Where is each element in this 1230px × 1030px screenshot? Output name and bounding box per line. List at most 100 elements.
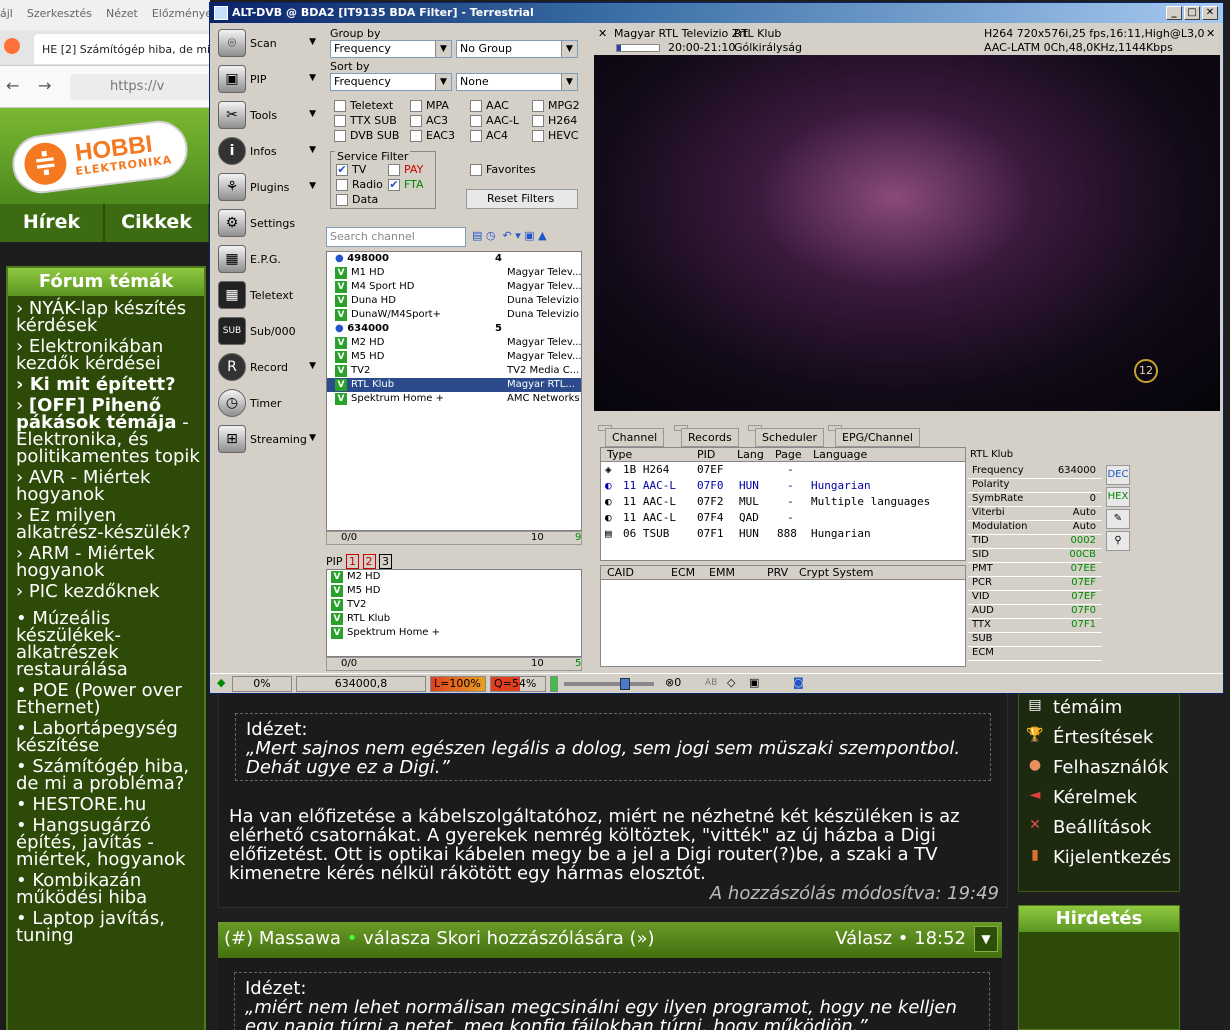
channel-row[interactable]: V M5 HD Magyar Telev... <box>327 350 581 364</box>
tool-teletext[interactable]: ▦ Teletext <box>218 279 322 311</box>
tool-record[interactable]: R Record ▼ <box>218 351 322 383</box>
tool-pip[interactable]: ▣ PIP ▼ <box>218 63 322 95</box>
filter-favorites[interactable]: Favorites <box>470 163 536 176</box>
filter-ttxsub[interactable]: TTX SUB <box>334 114 397 127</box>
filter-data[interactable]: Data <box>336 193 378 206</box>
reply-author[interactable]: (#) Massawa <box>224 928 341 949</box>
site-logo[interactable]: ≑ HOBBI ELEKTRONIKA <box>0 108 210 204</box>
back-icon[interactable]: ↶ <box>503 229 512 242</box>
filter-pay[interactable]: PAY <box>388 163 423 176</box>
pip-row[interactable]: V RTL Klub <box>327 612 581 626</box>
forum-topic[interactable]: • Laptop javítás, tuning <box>16 910 204 945</box>
tab-records[interactable]: ● Records <box>674 425 739 447</box>
stream-row[interactable]: ◐ 11 AAC-L 07F2 MUL - Multiple languages <box>601 494 965 510</box>
forum-topic[interactable]: • POE (Power over Ethernet) <box>16 682 204 717</box>
forum-topic[interactable]: › [OFF] Pihenő pákások témája - Elektron… <box>16 397 204 466</box>
tab-articles[interactable]: Cikkek <box>105 204 210 242</box>
tab-news[interactable]: Hírek <box>0 204 105 242</box>
channel-row[interactable]: V M1 HD Magyar Telev... <box>327 266 581 280</box>
group-by-select[interactable]: Frequency ▼ <box>330 40 452 58</box>
tab-channel[interactable]: ▦ Channel <box>598 425 665 447</box>
reply-time[interactable]: Válasz • 18:52 <box>835 922 966 956</box>
group-row[interactable]: ● 634000 5 <box>327 322 581 336</box>
pip-2-button[interactable]: 2 <box>362 554 376 569</box>
filter-radio[interactable]: Radio <box>336 178 383 191</box>
browser-tab[interactable]: HE [2] Számítógép hiba, de mi a p <box>34 34 210 64</box>
forum-topic[interactable]: • Hangsugárzó építés, javítás - miértek,… <box>16 817 204 869</box>
pip-row[interactable]: V Spektrum Home + <box>327 626 581 640</box>
history-icon[interactable]: ◷ <box>486 229 496 242</box>
forum-topic[interactable]: • Labortápegység készítése <box>16 720 204 755</box>
filter-aac[interactable]: AAC <box>470 99 509 112</box>
video-screen[interactable]: 12 <box>594 55 1220 411</box>
sort-by-select[interactable]: Frequency ▼ <box>330 73 452 91</box>
forum-topic[interactable]: › Elektronikában kezdők kérdései <box>16 338 204 373</box>
forum-topic[interactable]: › PIC kezdőknek <box>16 583 204 601</box>
chevron-down-icon[interactable]: ▼ <box>974 926 998 952</box>
forum-topic[interactable]: • Múzeális készülékek-alkatrészek restau… <box>16 610 204 679</box>
close-icon[interactable]: ✕ <box>1206 27 1215 40</box>
sort-icon[interactable]: ▣ <box>524 229 534 242</box>
menu-view[interactable]: Nézet <box>106 7 138 30</box>
channel-row[interactable]: V DunaW/M4Sport+ Duna Televizio <box>327 308 581 322</box>
tool-timer[interactable]: ◷ Timer <box>218 387 322 419</box>
filter-dvbsub[interactable]: DVB SUB <box>334 129 399 142</box>
back-icon[interactable]: ← <box>6 76 19 95</box>
menu-logout[interactable]: ▮ Kijelentkezés <box>1019 843 1179 873</box>
forum-topic[interactable]: › NYÁK-lap készítés kérdések <box>16 300 204 335</box>
channel-row[interactable]: V Duna HD Duna Televizio <box>327 294 581 308</box>
volume-slider[interactable] <box>564 678 654 690</box>
forum-topic[interactable]: • HESTORE.hu <box>16 796 204 814</box>
reply-text[interactable]: válasza Skori hozzászólására (») <box>363 928 654 949</box>
tool-settings[interactable]: ⚙ Settings <box>218 207 322 239</box>
forum-topic[interactable]: › Ki mit épített? <box>16 376 204 394</box>
stream-row[interactable]: ▤ 06 TSUB 07F1 HUN 888 Hungarian <box>601 526 965 542</box>
dec-button[interactable]: DEC <box>1106 465 1130 485</box>
group-row[interactable]: ● 498000 4 <box>327 252 581 266</box>
filter-h264[interactable]: H264 <box>532 114 577 127</box>
reset-filters-button[interactable]: Reset Filters <box>466 189 578 209</box>
channel-row-selected[interactable]: V RTL Klub Magyar RTL... <box>327 378 581 392</box>
mute-icon[interactable]: ⊗0 <box>662 676 684 692</box>
sort2-select[interactable]: None ▼ <box>456 73 578 91</box>
menu-settings[interactable]: ✕ Beállítások <box>1019 813 1179 843</box>
menu-my-topics[interactable]: ▤ témáim <box>1019 693 1179 723</box>
stream-row[interactable]: ◐ 11 AAC-L 07F0 HUN - Hungarian <box>601 478 965 494</box>
menu-notifications[interactable]: 🏆 Értesítések <box>1019 723 1179 753</box>
tool-streaming[interactable]: ⊞ Streaming ▼ <box>218 423 322 455</box>
stream-row[interactable]: ◈ 1B H264 07EF - <box>601 462 965 478</box>
filter-teletext[interactable]: Teletext <box>334 99 393 112</box>
filter-tv[interactable]: ✔ TV <box>336 163 366 176</box>
edit-icon[interactable]: ✎ <box>1106 509 1130 529</box>
tool-epg[interactable]: ▦ E.P.G. <box>218 243 322 275</box>
menu-requests[interactable]: ◄ Kérelmek <box>1019 783 1179 813</box>
stream-row[interactable]: ◐ 11 AAC-L 07F4 QAD - <box>601 510 965 526</box>
list-icon[interactable]: ▤ <box>472 229 482 242</box>
minimize-button[interactable]: _ <box>1166 6 1182 20</box>
tool-subtitle[interactable]: SUB Sub/000 <box>218 315 322 347</box>
tab-scheduler[interactable]: ▦ Scheduler <box>748 425 825 447</box>
window-titlebar[interactable]: ALT-DVB @ BDA2 [IT9135 BDA Filter] - Ter… <box>210 3 1223 23</box>
forum-topic[interactable]: › Ez milyen alkatrész-készülék? <box>16 507 204 542</box>
up-icon[interactable]: ▲ <box>538 229 546 242</box>
filter-eac3[interactable]: EAC3 <box>410 129 455 142</box>
maximize-button[interactable]: □ <box>1184 6 1200 20</box>
pip-1-button[interactable]: 1 <box>346 554 360 569</box>
hex-button[interactable]: HEX <box>1106 487 1130 507</box>
url-bar[interactable]: https://v <box>70 74 220 100</box>
filter-aacl[interactable]: AAC-L <box>470 114 519 127</box>
tool-plugins[interactable]: ⚘ Plugins ▼ <box>218 171 322 203</box>
forum-topic[interactable]: › ARM - Miértek hogyanok <box>16 545 204 580</box>
pip-3-button[interactable]: 3 <box>379 554 393 569</box>
pip-row[interactable]: V TV2 <box>327 598 581 612</box>
forum-topic[interactable]: • Számítógép hiba, de mi a probléma? <box>16 758 204 793</box>
pip-row[interactable]: V M5 HD <box>327 584 581 598</box>
pip-row[interactable]: V M2 HD <box>327 570 581 584</box>
channel-row[interactable]: V Spektrum Home + AMC Networks <box>327 392 581 406</box>
menu-file[interactable]: ájl <box>0 7 13 30</box>
forward-icon[interactable]: → <box>38 76 51 95</box>
filter-mpg2[interactable]: MPG2 <box>532 99 580 112</box>
menu-edit[interactable]: Szerkesztés <box>27 7 92 30</box>
tool-infos[interactable]: i Infos ▼ <box>218 135 322 167</box>
forum-topic[interactable]: • Kombikazán működési hiba <box>16 872 204 907</box>
